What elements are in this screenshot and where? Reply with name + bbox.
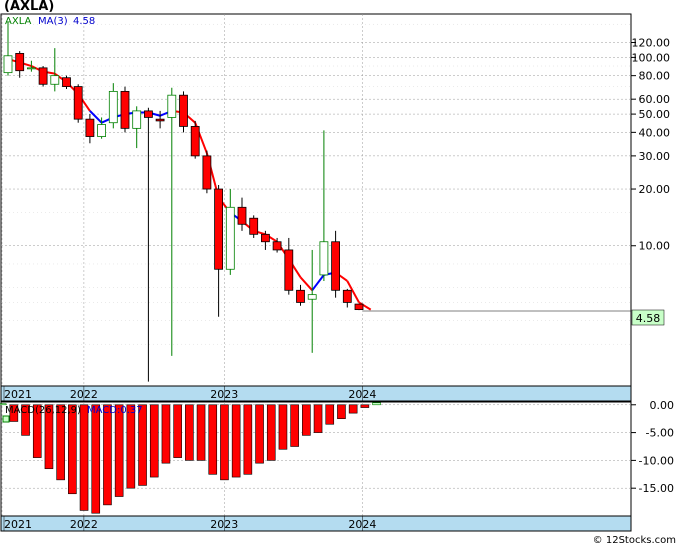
macd-legend-label: MACD(26,12,9)	[5, 405, 81, 416]
candle-body	[26, 67, 36, 70]
macd-bar	[196, 404, 206, 461]
macd-bar	[114, 404, 124, 497]
macd-bar	[325, 404, 335, 425]
price-x-tick-label: 2024	[348, 388, 376, 401]
price-legend: AXLA MA(3) 4.58	[5, 16, 95, 27]
macd-x-tick-label: 2024	[348, 518, 376, 531]
macd-bar	[149, 404, 159, 478]
price-y-tick-label: 80.00	[639, 70, 671, 83]
macd-bar	[290, 404, 299, 447]
macd-x-tick-label: 2023	[210, 518, 238, 531]
macd-bar	[278, 404, 288, 450]
candle-body	[85, 118, 95, 137]
legend-ma-label: MA(3)	[38, 16, 68, 27]
candle-body	[108, 90, 118, 124]
candle-body	[249, 217, 259, 235]
candle-body	[132, 110, 142, 129]
candle-body	[143, 110, 153, 118]
candle-body	[3, 55, 13, 74]
price-y-axis: 120.00 100.00 80.00 60.00 50.00 40.00 30.00 20.…	[631, 36, 671, 253]
macd-legend-marker	[2, 415, 10, 423]
price-x-tick-label: 2021	[4, 388, 32, 401]
price-y-tick-label: 120.00	[632, 36, 671, 49]
macd-y-tick-label: -15.00	[639, 482, 674, 495]
macd-bar	[138, 404, 147, 486]
stock-chart: 120.00 100.00 80.00 60.00 50.00 40.00 30.00 20.…	[0, 13, 676, 546]
candle-body	[190, 126, 200, 157]
macd-y-tick-label: -5.00	[646, 427, 674, 440]
macd-y-tick-label: -10.00	[639, 454, 674, 467]
candle-body	[155, 118, 165, 122]
candle-body	[214, 188, 224, 270]
macd-bar	[103, 404, 112, 506]
price-y-tick-label: 60.00	[639, 93, 671, 106]
macd-bar	[91, 404, 101, 514]
macd-y-axis: 0.00 -5.00 -10.00 -15.00	[631, 399, 674, 495]
watermark: © 12Stocks.com	[593, 535, 676, 546]
macd-bar	[313, 404, 323, 433]
candle-body	[167, 94, 177, 118]
macd-legend-value: MACD:0.37	[87, 405, 143, 416]
candle-body	[202, 155, 212, 190]
price-y-tick-label: 10.00	[639, 240, 671, 253]
candle-body	[15, 53, 25, 72]
price-plot-frame	[0, 13, 632, 387]
macd-x-axis: 2021 2022 2023 2024	[0, 515, 632, 532]
candle-body	[50, 75, 60, 85]
price-y-tick-label: 30.00	[639, 150, 671, 163]
macd-bar	[348, 404, 358, 414]
price-y-tick-label: 100.00	[632, 51, 671, 64]
candle-body	[272, 241, 282, 251]
candle-body	[284, 249, 294, 291]
candle-body	[120, 90, 130, 129]
legend-symbol: AXLA	[5, 16, 31, 27]
price-y-tick-label: 50.00	[639, 108, 671, 121]
macd-panel: 0.00 -5.00 -10.00 -15.00 MACD(26,12,9) MACD…	[0, 399, 674, 517]
macd-bar	[220, 404, 229, 481]
macd-bar	[68, 404, 77, 495]
price-x-tick-label: 2022	[70, 388, 98, 401]
macd-bar	[208, 404, 218, 475]
macd-bar	[56, 404, 65, 481]
macd-bar	[185, 404, 194, 461]
macd-bar	[302, 404, 311, 436]
candle-body	[38, 67, 48, 85]
macd-bar	[79, 404, 89, 511]
candle-body	[354, 303, 364, 311]
macd-bar	[243, 404, 253, 475]
candle-body	[296, 289, 305, 303]
candle-body	[73, 86, 83, 120]
macd-bar	[173, 404, 182, 458]
candle-body	[225, 206, 235, 270]
macd-bar	[337, 404, 346, 419]
price-panel: 120.00 100.00 80.00 60.00 50.00 40.00 30.00 20.…	[0, 13, 671, 387]
price-x-tick-label: 2023	[210, 388, 238, 401]
candle-body	[319, 241, 329, 276]
candle-body	[260, 233, 270, 243]
price-x-axis: 2021 2022 2023 2024	[0, 385, 632, 402]
macd-bar	[360, 404, 370, 408]
candle-body	[62, 77, 71, 87]
candle-body	[331, 241, 341, 291]
macd-x-tick-label: 2021	[4, 518, 32, 531]
macd-bar	[161, 404, 171, 464]
macd-bar	[126, 404, 136, 489]
candle-body	[237, 206, 247, 225]
price-y-tick-label: 20.00	[639, 183, 671, 196]
candle-body	[179, 94, 188, 127]
candle-body	[307, 294, 317, 300]
candle-body	[97, 124, 106, 137]
price-y-tick-label: 40.00	[639, 126, 671, 139]
macd-bar	[255, 404, 264, 464]
macd-bar	[372, 402, 381, 406]
candle-body	[342, 289, 352, 303]
macd-bar	[231, 404, 241, 478]
last-price-label: 4.58	[636, 312, 661, 325]
legend-ma-value: 4.58	[73, 16, 95, 27]
macd-x-tick-label: 2022	[70, 518, 98, 531]
macd-bar	[266, 404, 276, 461]
macd-y-tick-label: 0.00	[650, 399, 675, 412]
